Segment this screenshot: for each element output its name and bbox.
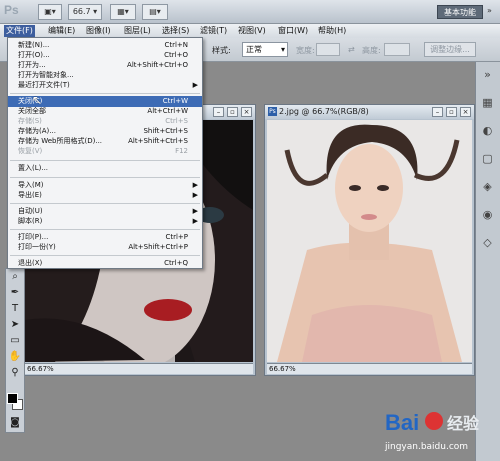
- menu-view[interactable]: 视图(V): [236, 25, 268, 37]
- watermark-brand: Bai: [385, 410, 420, 435]
- menu-separator: [10, 229, 200, 230]
- menu-item-label: 最近打开文件(T): [18, 81, 70, 89]
- menu-filter[interactable]: 滤镜(T): [198, 25, 229, 37]
- file-menu-dropdown: 新建(N)... Ctrl+N 打开(O)... Ctrl+O 打开为... Alt+…: [7, 37, 203, 269]
- watermark-url: jingyan.baidu.com: [385, 442, 469, 452]
- minimize-icon[interactable]: –: [213, 107, 224, 117]
- maximize-icon[interactable]: ▫: [446, 107, 457, 117]
- status-bar: 66.67%: [25, 363, 253, 374]
- menu-item-exit[interactable]: 退出(X) Ctrl+Q: [8, 258, 202, 269]
- menu-item-shortcut: Alt+Shift+Ctrl+P: [128, 243, 188, 251]
- menu-file[interactable]: 文件(F): [4, 25, 35, 37]
- menu-separator: [10, 160, 200, 161]
- menu-item-scripts[interactable]: 脚本(R) ▶: [8, 216, 202, 227]
- maximize-icon[interactable]: ▫: [227, 107, 238, 117]
- menu-item-shortcut: Ctrl+Q: [164, 259, 188, 267]
- baidu-jingyan-watermark: Bai 经验 jingyan.baidu.com: [385, 410, 495, 458]
- menu-item-export[interactable]: 导出(E) ▶: [8, 190, 202, 201]
- hand-tool-icon[interactable]: ✋: [6, 349, 24, 365]
- menu-image[interactable]: 图像(I): [84, 25, 113, 37]
- path-selection-tool-icon[interactable]: ➤: [6, 317, 24, 333]
- style-value: 正常: [246, 45, 262, 54]
- menu-item-label: 打印一份(Y): [18, 243, 56, 251]
- menu-item-label: 恢复(V): [18, 147, 43, 155]
- style-select[interactable]: 正常 ▾: [242, 42, 288, 57]
- menu-item-label: 脚本(R): [18, 217, 43, 225]
- chevron-down-icon: ▾: [280, 45, 285, 54]
- submenu-arrow-icon: ▶: [192, 191, 198, 199]
- color-panel-icon[interactable]: ▦: [476, 96, 499, 118]
- document-title-bar[interactable]: Ps 2.jpg @ 66.7%(RGB/8) – ▫ ×: [265, 105, 474, 119]
- menu-edit[interactable]: 编辑(E): [46, 25, 77, 37]
- zoom-percent[interactable]: 66.67%: [27, 365, 54, 373]
- channels-panel-icon[interactable]: ◉: [476, 208, 499, 230]
- menu-separator: [10, 177, 200, 178]
- canvas-image-2[interactable]: [267, 120, 472, 362]
- mouse-cursor-icon: ↖: [32, 93, 43, 107]
- height-field[interactable]: [384, 43, 410, 56]
- menu-item-revert[interactable]: 恢复(V) F12: [8, 146, 202, 157]
- menu-bar: 文件(F) 编辑(E) 图像(I) 图层(L) 选择(S) 滤镜(T) 视图(V…: [0, 24, 500, 38]
- menu-item-label: 退出(X): [18, 259, 43, 267]
- width-label: 宽度:: [296, 46, 315, 55]
- collapse-icon[interactable]: »: [476, 68, 499, 90]
- close-icon[interactable]: ×: [241, 107, 252, 117]
- zoom-percent[interactable]: 66.67%: [269, 365, 296, 373]
- height-label: 高度:: [362, 46, 381, 55]
- menu-item-shortcut: F12: [175, 147, 188, 155]
- menu-help[interactable]: 帮助(H): [316, 25, 348, 37]
- menu-item-label: 导出(E): [18, 191, 42, 199]
- panel-dock: » ▦ ◐ ▢ ◈ ◉ ◇: [475, 62, 500, 461]
- document-window-2[interactable]: Ps 2.jpg @ 66.7%(RGB/8) – ▫ × 66.67%: [264, 104, 475, 376]
- pen-tool-icon[interactable]: ✒: [6, 285, 24, 301]
- menu-select[interactable]: 选择(S): [160, 25, 191, 37]
- view-extras-button[interactable]: ▦▾: [110, 4, 136, 20]
- magnetic-lasso-tool-icon[interactable]: ⌕: [6, 269, 24, 285]
- masks-panel-icon[interactable]: ▢: [476, 152, 499, 174]
- rectangle-tool-icon[interactable]: ▭: [6, 333, 24, 349]
- swap-icon[interactable]: ⇄: [348, 45, 355, 54]
- workspace-button[interactable]: 基本功能: [437, 5, 483, 19]
- workspace-arrow-icon[interactable]: »: [487, 6, 492, 15]
- minimize-icon[interactable]: –: [432, 107, 443, 117]
- menu-window[interactable]: 窗口(W): [276, 25, 310, 37]
- zoom-tool-icon[interactable]: ⚲: [6, 365, 24, 381]
- menu-item-place[interactable]: 置入(L)...: [8, 163, 202, 174]
- quick-mask-icon[interactable]: ◙: [6, 415, 24, 431]
- zoom-level-select[interactable]: 66.7 ▾: [68, 4, 102, 20]
- menu-separator: [10, 203, 200, 204]
- tools-panel: ⌕ ✒ T ➤ ▭ ✋ ⚲ ◙: [5, 268, 25, 433]
- status-bar: 66.67%: [267, 363, 472, 374]
- menu-item-label: 置入(L)...: [18, 164, 49, 172]
- foreground-color-swatch[interactable]: [7, 393, 18, 404]
- menu-item-print-one[interactable]: 打印一份(Y) Alt+Shift+Ctrl+P: [8, 242, 202, 253]
- menu-item-recent-files[interactable]: 最近打开文件(T) ▶: [8, 80, 202, 91]
- document-title: 2.jpg @ 66.7%(RGB/8): [279, 107, 369, 116]
- menu-separator: [10, 255, 200, 256]
- bridge-button[interactable]: ▣▾: [38, 4, 62, 20]
- watermark-brand2: 经验: [447, 416, 480, 433]
- close-icon[interactable]: ×: [460, 107, 471, 117]
- style-label: 样式:: [212, 46, 231, 55]
- refine-edge-button[interactable]: 调整边缘...: [424, 42, 476, 57]
- paw-icon: [425, 412, 443, 430]
- zoom-level: 66.7: [72, 7, 91, 16]
- layers-panel-icon[interactable]: ◈: [476, 180, 499, 202]
- submenu-arrow-icon: ▶: [192, 81, 198, 89]
- type-tool-icon[interactable]: T: [6, 301, 24, 317]
- photoshop-logo: Ps: [4, 3, 19, 17]
- width-field[interactable]: [316, 43, 340, 56]
- paths-panel-icon[interactable]: ◇: [476, 236, 499, 258]
- submenu-arrow-icon: ▶: [192, 217, 198, 225]
- app-bar: Ps ▣▾ 66.7 ▾ ▦▾ ▤▾ 基本功能 »: [0, 0, 500, 24]
- ps-document-icon: Ps: [268, 107, 277, 116]
- adjustments-panel-icon[interactable]: ◐: [476, 124, 499, 146]
- arrange-documents-button[interactable]: ▤▾: [142, 4, 168, 20]
- menu-layer[interactable]: 图层(L): [122, 25, 153, 37]
